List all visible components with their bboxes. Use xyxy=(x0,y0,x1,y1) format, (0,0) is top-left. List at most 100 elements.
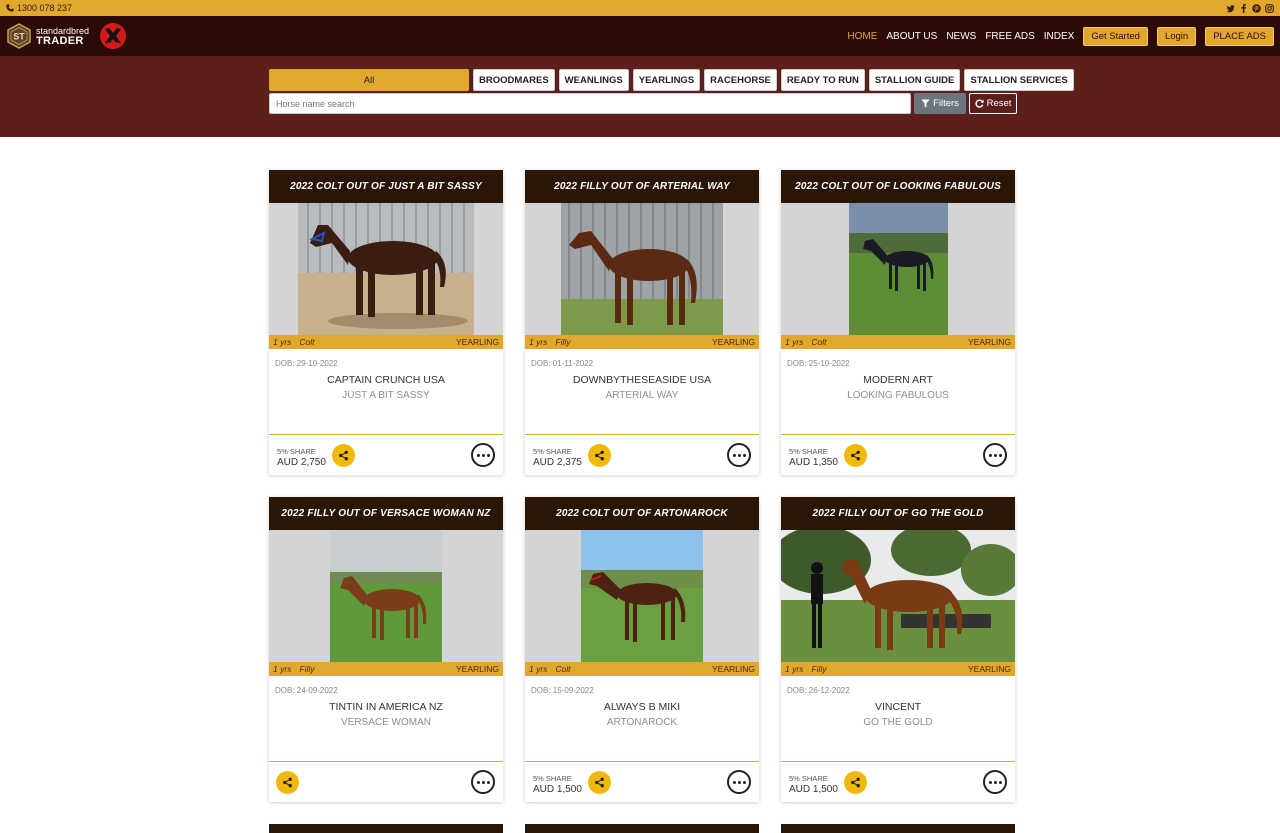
more-options-button[interactable] xyxy=(983,770,1007,794)
listing-tag-bar: 1 yrs Colt YEARLING xyxy=(525,662,759,676)
share-icon xyxy=(851,777,860,788)
social-links xyxy=(1226,3,1274,13)
phone-contact[interactable]: 1300 078 237 xyxy=(6,3,72,13)
listing-card[interactable]: 2022 COLT OUT OF LOOKING FABULOUS 1 yrs … xyxy=(781,170,1015,475)
listing-price: AUD 2,375 xyxy=(533,457,582,468)
more-options-button[interactable] xyxy=(727,770,751,794)
listing-category: YEARLING xyxy=(712,337,755,347)
listing-age: 1 yrs xyxy=(785,337,804,347)
listing-photo[interactable] xyxy=(269,530,503,662)
ellipsis-icon xyxy=(988,453,992,457)
listing-details: DOB: 01-11-2022 DOWNBYTHESEASIDE USA ART… xyxy=(525,349,759,435)
listing-details: DOB: 29-10-2022 CAPTAIN CRUNCH USA JUST … xyxy=(269,349,503,435)
horse-name-search-input[interactable]: Horse name search xyxy=(269,93,911,114)
share-button[interactable] xyxy=(588,771,611,794)
listing-category: YEARLING xyxy=(456,664,499,674)
tab-stallion-guide[interactable]: STALLION GUIDE xyxy=(868,69,961,91)
more-options-button[interactable] xyxy=(471,443,495,467)
nav-home[interactable]: HOME xyxy=(847,31,877,42)
login-button[interactable]: Login xyxy=(1156,26,1197,46)
listing-category: YEARLING xyxy=(712,664,755,674)
listing-title[interactable]: 2022 FILLY OUT OF ARTERIAL WAY xyxy=(525,170,759,203)
nav-about-us[interactable]: ABOUT US xyxy=(886,31,937,42)
listing-age: 1 yrs xyxy=(273,664,292,674)
listing-category: YEARLING xyxy=(968,337,1011,347)
listing-dam: GO THE GOLD xyxy=(863,717,933,728)
listing-footer: 5% SHARE AUD 1,500 xyxy=(781,762,1015,802)
ellipsis-icon xyxy=(476,780,480,784)
listing-dob: DOB: 29-10-2022 xyxy=(275,359,338,368)
refresh-icon xyxy=(974,99,984,108)
nav-news[interactable]: NEWS xyxy=(946,31,976,42)
brand-logo-link[interactable]: ST standardbred TRADER xyxy=(6,22,127,50)
listing-price: AUD 1,500 xyxy=(533,784,582,795)
listing-card[interactable]: 2022 COLT OUT OF JUST A BIT SASSY 1 yrs … xyxy=(269,170,503,475)
listing-photo[interactable] xyxy=(525,530,759,662)
listing-age: 1 yrs xyxy=(273,337,292,347)
listing-card[interactable]: 2022 FILLY OUT OF ARTERIAL WAY 1 yrs Fil… xyxy=(525,170,759,475)
pinterest-icon[interactable] xyxy=(1252,3,1261,13)
listing-dob: DOB: 24-09-2022 xyxy=(275,686,338,695)
get-started-button[interactable]: Get Started xyxy=(1083,26,1148,46)
listing-sex: Filly xyxy=(555,337,571,347)
listing-title[interactable]: 2022 FILLY OUT OF GO THE GOLD xyxy=(781,497,1015,530)
tab-stallion-services[interactable]: STALLION SERVICES xyxy=(964,69,1074,91)
listing-card-next-row xyxy=(781,824,1015,833)
tab-racehorse[interactable]: RACEHORSE xyxy=(704,69,777,91)
listing-title[interactable]: 2022 COLT OUT OF LOOKING FABULOUS xyxy=(781,170,1015,203)
listing-dob: DOB: 25-10-2022 xyxy=(787,359,850,368)
more-options-button[interactable] xyxy=(471,770,495,794)
listing-share-percent: 5% SHARE xyxy=(789,447,828,456)
more-options-button[interactable] xyxy=(983,443,1007,467)
nav-free-ads[interactable]: FREE ADS xyxy=(985,31,1034,42)
listing-photo[interactable] xyxy=(525,203,759,335)
x-partner-logo[interactable] xyxy=(99,22,127,50)
listing-share-percent: 5% SHARE xyxy=(789,774,828,783)
tab-all[interactable]: All xyxy=(269,69,469,91)
listing-title[interactable]: 2022 FILLY OUT OF VERSACE WOMAN NZ xyxy=(269,497,503,530)
listing-dam: ARTONAROCK xyxy=(606,717,678,728)
tab-broodmares[interactable]: BROODMARES xyxy=(473,69,555,91)
reset-button[interactable]: Reset xyxy=(969,93,1017,114)
horse-photo xyxy=(561,203,723,335)
listing-tag-bar: 1 yrs Colt YEARLING xyxy=(269,335,503,349)
listing-card[interactable]: 2022 FILLY OUT OF GO THE GOLD 1 yrs Fill… xyxy=(781,497,1015,802)
listing-footer xyxy=(269,762,503,802)
facebook-icon[interactable] xyxy=(1239,3,1248,13)
share-button[interactable] xyxy=(844,771,867,794)
phone-number: 1300 078 237 xyxy=(17,3,73,13)
filters-button[interactable]: Filters xyxy=(914,93,966,114)
twitter-icon[interactable] xyxy=(1226,4,1235,13)
brand-line-2: TRADER xyxy=(36,35,84,47)
listing-title[interactable]: 2022 COLT OUT OF JUST A BIT SASSY xyxy=(269,170,503,203)
listing-footer: 5% SHARE AUD 1,350 xyxy=(781,435,1015,475)
more-options-button[interactable] xyxy=(727,443,751,467)
nav-index[interactable]: INDEX xyxy=(1044,31,1075,42)
listing-tag-bar: 1 yrs Filly YEARLING xyxy=(525,335,759,349)
listing-details: DOB: 15-09-2022 ALWAYS B MIKI ARTONAROCK xyxy=(525,676,759,762)
listing-card[interactable]: 2022 COLT OUT OF ARTONAROCK 1 yrs Colt Y… xyxy=(525,497,759,802)
tab-yearlings[interactable]: YEARLINGS xyxy=(632,69,701,91)
listing-title[interactable]: 2022 COLT OUT OF ARTONAROCK xyxy=(525,497,759,530)
listing-share-percent: 5% SHARE xyxy=(277,447,316,456)
listing-photo[interactable] xyxy=(781,530,1015,662)
share-button[interactable] xyxy=(844,444,867,467)
listing-photo[interactable] xyxy=(781,203,1015,335)
horse-photo xyxy=(581,530,703,662)
listing-card[interactable]: 2022 FILLY OUT OF VERSACE WOMAN NZ 1 yrs… xyxy=(269,497,503,802)
tab-ready-to-run[interactable]: READY TO RUN xyxy=(780,69,865,91)
share-button[interactable] xyxy=(588,444,611,467)
tab-weanlings[interactable]: WEANLINGS xyxy=(558,69,629,91)
instagram-icon[interactable] xyxy=(1265,3,1274,13)
listing-share-percent: 5% SHARE xyxy=(533,774,572,783)
listing-details: DOB: 26-12-2022 VINCENT GO THE GOLD xyxy=(781,676,1015,762)
listing-photo[interactable] xyxy=(269,203,503,335)
horse-photo xyxy=(298,203,474,335)
share-button[interactable] xyxy=(332,444,355,467)
place-ads-button[interactable]: PLACE ADS xyxy=(1205,26,1274,46)
ellipsis-icon xyxy=(476,453,480,457)
listing-dob: DOB: 26-12-2022 xyxy=(787,686,850,695)
listing-price: AUD 2,750 xyxy=(277,457,326,468)
category-tabs: All BROODMARES WEANLINGS YEARLINGS RACEH… xyxy=(269,69,1074,91)
share-button[interactable] xyxy=(276,771,299,794)
